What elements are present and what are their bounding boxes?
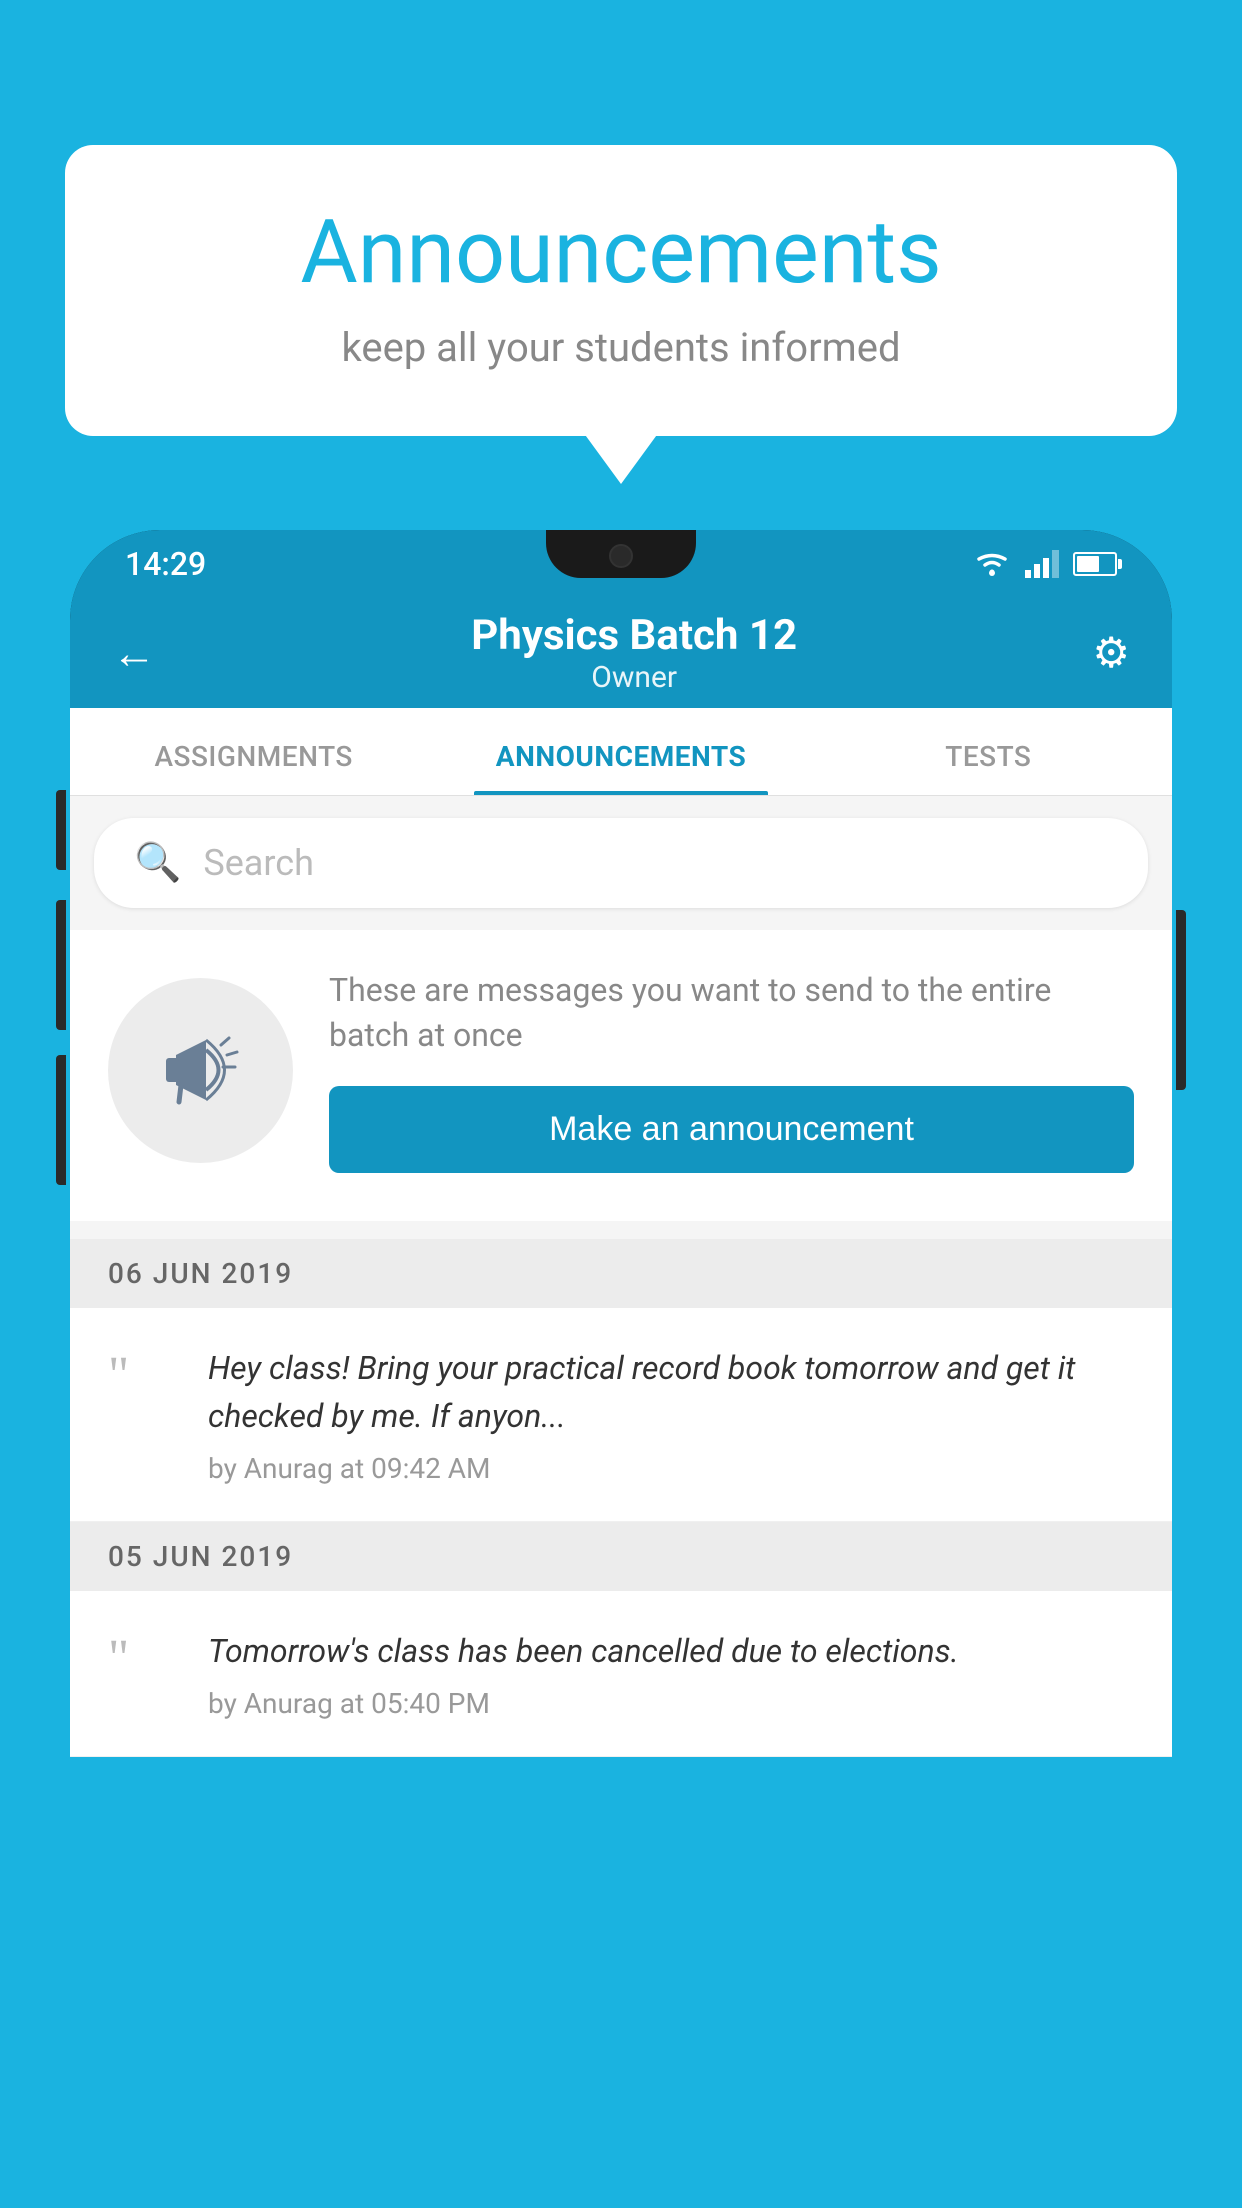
- speech-bubble: Announcements keep all your students inf…: [65, 145, 1177, 436]
- announcements-title: Announcements: [145, 205, 1097, 302]
- tab-announcements[interactable]: ANNOUNCEMENTS: [437, 740, 804, 795]
- phone-mockup: 14:29: [70, 530, 1172, 2208]
- phone-notch: [546, 530, 696, 578]
- search-icon: 🔍: [134, 841, 181, 885]
- announcement-item-1[interactable]: " Hey class! Bring your practical record…: [70, 1308, 1172, 1522]
- toolbar: ← Physics Batch 12 Owner ⚙: [70, 598, 1172, 708]
- date-separator-1: 06 JUN 2019: [70, 1239, 1172, 1308]
- date-separator-2: 05 JUN 2019: [70, 1522, 1172, 1591]
- quote-icon-2: ": [108, 1633, 178, 1685]
- toolbar-subtitle: Owner: [176, 660, 1092, 695]
- promo-text: These are messages you want to send to t…: [329, 968, 1134, 1058]
- announcement-content-1: Hey class! Bring your practical record b…: [208, 1344, 1134, 1485]
- announcement-text-2: Tomorrow's class has been cancelled due …: [208, 1627, 1134, 1675]
- status-icons: [973, 550, 1117, 578]
- toolbar-center: Physics Batch 12 Owner: [176, 611, 1092, 695]
- search-placeholder: Search: [203, 842, 314, 884]
- announcements-subtitle: keep all your students informed: [145, 324, 1097, 371]
- toolbar-title: Physics Batch 12: [176, 611, 1092, 660]
- phone-side-button-vol-up: [56, 900, 66, 1030]
- status-time: 14:29: [125, 545, 206, 583]
- content-area: 🔍 Search: [70, 796, 1172, 1757]
- speech-bubble-wrapper: Announcements keep all your students inf…: [65, 145, 1177, 436]
- back-button[interactable]: ←: [112, 627, 156, 679]
- tabs: ASSIGNMENTS ANNOUNCEMENTS TESTS: [70, 708, 1172, 796]
- wifi-icon: [973, 550, 1011, 578]
- quote-icon-1: ": [108, 1350, 178, 1402]
- phone-side-button-right: [1176, 910, 1186, 1090]
- announcement-text-1: Hey class! Bring your practical record b…: [208, 1344, 1134, 1440]
- phone-side-button-vol-down: [56, 1055, 66, 1185]
- battery-icon: [1073, 552, 1117, 576]
- megaphone-icon: [151, 1020, 251, 1120]
- front-camera: [609, 544, 633, 568]
- make-announcement-button[interactable]: Make an announcement: [329, 1086, 1134, 1173]
- announcement-item-2[interactable]: " Tomorrow's class has been cancelled du…: [70, 1591, 1172, 1757]
- megaphone-circle: [108, 978, 293, 1163]
- promo-right: These are messages you want to send to t…: [329, 968, 1134, 1173]
- announcement-meta-1: by Anurag at 09:42 AM: [208, 1452, 1134, 1485]
- tab-tests[interactable]: TESTS: [805, 740, 1172, 795]
- announcement-content-2: Tomorrow's class has been cancelled due …: [208, 1627, 1134, 1720]
- phone-frame: 14:29: [70, 530, 1172, 1757]
- phone-side-button-power: [56, 790, 66, 870]
- tab-assignments[interactable]: ASSIGNMENTS: [70, 740, 437, 795]
- settings-button[interactable]: ⚙: [1092, 628, 1130, 678]
- signal-icon: [1025, 550, 1059, 578]
- announcement-meta-2: by Anurag at 05:40 PM: [208, 1687, 1134, 1720]
- search-bar[interactable]: 🔍 Search: [94, 818, 1148, 908]
- promo-card: These are messages you want to send to t…: [70, 930, 1172, 1221]
